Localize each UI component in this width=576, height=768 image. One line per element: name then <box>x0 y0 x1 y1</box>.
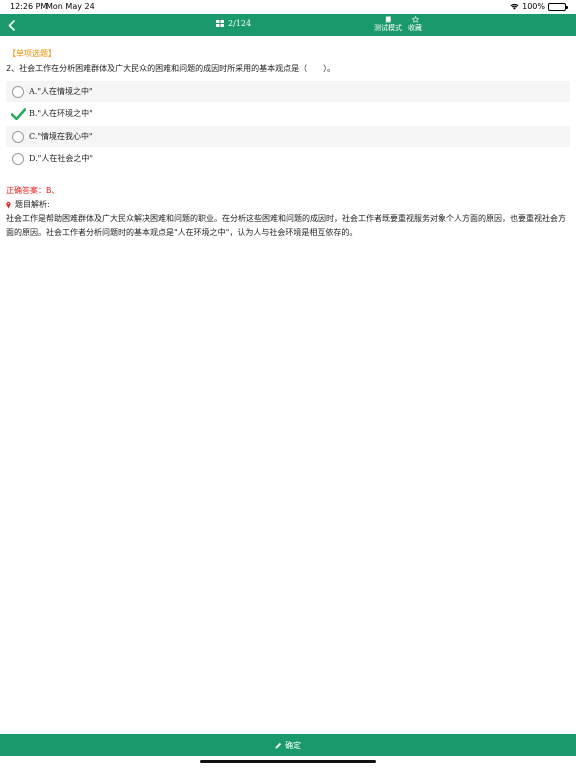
question-type: 【单项选题】 <box>8 49 56 58</box>
analysis-title-label: 题目解析: <box>15 200 50 209</box>
confirm-button[interactable]: 确定 <box>0 734 576 756</box>
test-mode-label: 测试模式 <box>374 24 402 32</box>
radio-unselected-icon <box>12 152 24 165</box>
option-a[interactable]: A."人在情境之中" <box>6 81 570 102</box>
option-b[interactable]: B."人在环境之中" <box>6 103 570 124</box>
status-right: 100% <box>510 2 568 11</box>
wifi-icon <box>510 3 519 10</box>
option-label: A."人在情境之中" <box>29 87 93 96</box>
pencil-icon <box>275 742 282 749</box>
option-d[interactable]: D."人在社会之中" <box>6 148 570 169</box>
favorite-label: 收藏 <box>408 24 422 32</box>
status-time: 12:26 PM <box>10 2 48 11</box>
progress-text: 2/124 <box>228 19 252 28</box>
question-text: 2、社会工作在分析困难群体及广大民众的困难和问题的成因时所采用的基本观点是（ ）… <box>6 64 336 73</box>
chevron-left-icon <box>8 19 15 31</box>
back-button[interactable] <box>4 16 18 34</box>
test-mode-button[interactable]: 测试模式 <box>374 16 402 33</box>
book-icon <box>385 16 391 23</box>
grid-icon <box>216 20 224 27</box>
correct-answer: 正确答案：B、 <box>6 186 60 195</box>
question-progress[interactable]: 2/124 <box>216 19 251 28</box>
checkmark-icon <box>11 107 26 120</box>
option-label: C."情境在我心中" <box>29 132 93 141</box>
location-pin-icon <box>6 201 11 209</box>
option-label: B."人在环境之中" <box>29 109 93 118</box>
nav-bar: 2/124 测试模式 收藏 <box>0 14 576 36</box>
favorite-button[interactable]: 收藏 <box>408 16 422 33</box>
option-c[interactable]: C."情境在我心中" <box>6 126 570 147</box>
radio-unselected-icon <box>12 85 24 98</box>
radio-unselected-icon <box>12 130 24 143</box>
status-date: Mon May 24 <box>46 2 95 11</box>
battery-icon <box>548 2 568 11</box>
battery-percent: 100% <box>522 2 545 11</box>
star-icon <box>411 16 419 23</box>
analysis-title: 题目解析: <box>6 199 50 210</box>
analysis-body: 社会工作是帮助困难群体及广大民众解决困难和问题的职业。在分析这些困难和问题的成因… <box>6 214 566 237</box>
option-label: D."人在社会之中" <box>29 154 94 163</box>
confirm-label: 确定 <box>285 740 301 750</box>
home-indicator <box>200 760 376 763</box>
status-bar: 12:26 PM Mon May 24 100% <box>0 0 576 14</box>
